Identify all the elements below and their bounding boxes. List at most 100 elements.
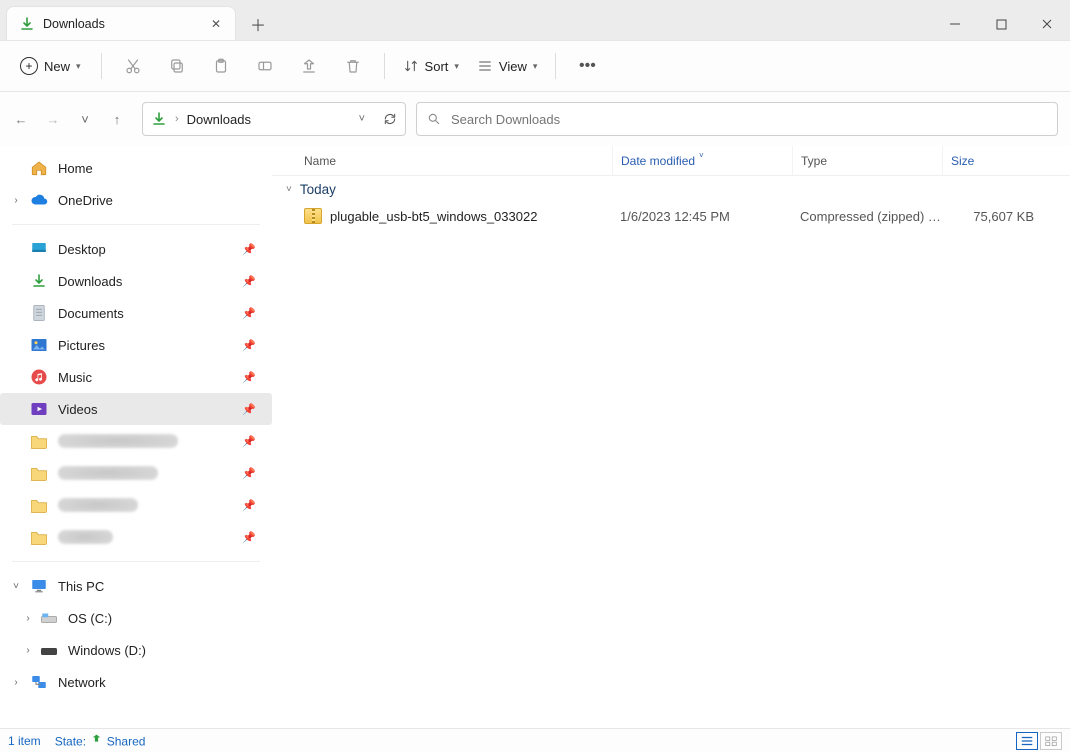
view-label: View — [499, 59, 527, 74]
state-prefix: State: — [55, 735, 86, 749]
sidebar-item-downloads[interactable]: Downloads📌 — [0, 265, 272, 297]
address-bar[interactable]: › Downloads ˅ — [142, 102, 406, 136]
copy-button[interactable] — [158, 48, 196, 84]
cloud-icon — [30, 191, 48, 209]
blurred-label — [58, 498, 138, 512]
more-button[interactable]: ••• — [568, 48, 606, 84]
sidebar-item-videos[interactable]: Videos📌 — [0, 393, 272, 425]
group-header-today[interactable]: ˅ Today — [272, 176, 1070, 201]
toolbar: + New ▾ Sort ▾ View ▾ ••• — [0, 40, 1070, 92]
back-button[interactable]: ← — [12, 112, 30, 127]
sidebar-item-pictures[interactable]: Pictures 📌 — [0, 329, 272, 361]
file-name: plugable_usb-bt5_windows_033022 — [330, 209, 537, 224]
status-state: State: Shared — [55, 732, 146, 749]
sidebar-item-label: Windows (D:) — [68, 643, 146, 658]
sidebar-item-blurred[interactable]: 📌 — [0, 425, 272, 457]
details-view-toggle[interactable] — [1016, 732, 1038, 750]
column-header-date[interactable]: Date modified˅ — [612, 146, 792, 175]
sidebar-item-blurred[interactable]: 📌 — [0, 457, 272, 489]
chevron-down-icon: ▾ — [76, 61, 81, 72]
maximize-button[interactable] — [978, 8, 1024, 40]
sidebar-item-blurred[interactable]: 📌 — [0, 489, 272, 521]
file-type: Compressed (zipped) F... — [792, 209, 942, 224]
breadcrumb-location[interactable]: Downloads — [187, 112, 251, 127]
sidebar-item-drive-c[interactable]: › OS (C:) — [0, 602, 272, 634]
file-row[interactable]: plugable_usb-bt5_windows_0330221/6/2023 … — [272, 201, 1070, 231]
recent-locations-button[interactable]: ˅ — [76, 112, 94, 127]
sidebar-item-network[interactable]: › Network — [0, 666, 272, 698]
sidebar-item-music[interactable]: Music📌 — [0, 361, 272, 393]
pin-icon: 📌 — [242, 435, 262, 448]
sidebar-item-label: Pictures — [58, 338, 105, 353]
share-button[interactable] — [290, 48, 328, 84]
drive-icon — [40, 641, 58, 659]
separator — [555, 53, 556, 79]
item-count: 1 item — [8, 734, 41, 748]
chevron-right-icon[interactable]: › — [22, 645, 34, 656]
sidebar-item-thispc[interactable]: ˅ This PC — [0, 570, 272, 602]
minimize-button[interactable] — [932, 8, 978, 40]
sidebar-item-drive-d[interactable]: › Windows (D:) — [0, 634, 272, 666]
desktop-icon — [30, 240, 48, 258]
folder-icon — [30, 464, 48, 482]
breadcrumb-separator-icon: › — [175, 113, 179, 125]
search-icon — [427, 112, 441, 126]
separator — [101, 53, 102, 79]
tab-downloads[interactable]: Downloads ✕ — [6, 6, 236, 40]
column-header-size[interactable]: Size — [942, 146, 1042, 175]
chevron-down-icon[interactable]: ˅ — [10, 581, 22, 592]
drive-icon — [40, 609, 58, 627]
pin-icon: 📌 — [242, 243, 262, 256]
body: Home › OneDrive Desktop📌Downloads📌Docume… — [0, 146, 1070, 728]
blurred-label — [58, 466, 158, 480]
sidebar-item-home[interactable]: Home — [0, 152, 272, 184]
sidebar-item-label: Downloads — [58, 274, 122, 289]
file-size: 75,607 KB — [942, 209, 1042, 224]
address-dropdown-button[interactable]: ˅ — [359, 113, 365, 125]
sidebar-item-label: Music — [58, 370, 92, 385]
sidebar: Home › OneDrive Desktop📌Downloads📌Docume… — [0, 146, 272, 728]
pin-icon: 📌 — [242, 339, 262, 352]
zip-icon — [304, 208, 322, 224]
search-input[interactable] — [451, 112, 1047, 127]
thumbnails-view-toggle[interactable] — [1040, 732, 1062, 750]
music-icon — [30, 368, 48, 386]
folder-icon — [30, 528, 48, 546]
chevron-right-icon[interactable]: › — [10, 677, 22, 688]
sidebar-item-label: OneDrive — [58, 193, 113, 208]
shared-icon — [89, 732, 103, 746]
downloads-icon — [151, 111, 167, 127]
sidebar-item-desktop[interactable]: Desktop 📌 — [0, 233, 272, 265]
column-header-name[interactable]: Name — [304, 146, 612, 175]
delete-button[interactable] — [334, 48, 372, 84]
cut-button[interactable] — [114, 48, 152, 84]
forward-button[interactable]: → — [44, 112, 62, 127]
folder-icon — [30, 432, 48, 450]
chevron-down-icon: ˅ — [286, 184, 292, 195]
view-button[interactable]: View ▾ — [471, 58, 543, 74]
new-tab-button[interactable]: ＋ — [242, 8, 274, 40]
sort-button[interactable]: Sort ▾ — [397, 58, 465, 74]
rename-button[interactable] — [246, 48, 284, 84]
pictures-icon — [30, 336, 48, 354]
chevron-right-icon[interactable]: › — [10, 195, 22, 206]
sidebar-item-label: Documents — [58, 306, 124, 321]
folder-icon — [30, 496, 48, 514]
close-window-button[interactable] — [1024, 8, 1070, 40]
sidebar-item-documents[interactable]: Documents📌 — [0, 297, 272, 329]
sidebar-divider — [12, 224, 260, 225]
search-box[interactable] — [416, 102, 1058, 136]
file-list: Name Date modified˅ Type Size ˅ Today pl… — [272, 146, 1070, 728]
new-button[interactable]: + New ▾ — [12, 53, 89, 79]
refresh-button[interactable] — [383, 112, 397, 126]
home-icon — [30, 159, 48, 177]
sidebar-item-blurred[interactable]: 📌 — [0, 521, 272, 553]
paste-button[interactable] — [202, 48, 240, 84]
tab-close-button[interactable]: ✕ — [207, 17, 225, 31]
chevron-right-icon[interactable]: › — [22, 613, 34, 624]
sidebar-item-onedrive[interactable]: › OneDrive — [0, 184, 272, 216]
up-button[interactable]: ↑ — [108, 112, 126, 127]
sidebar-item-label: Desktop — [58, 242, 106, 257]
sort-label: Sort — [425, 59, 449, 74]
column-header-type[interactable]: Type — [792, 146, 942, 175]
